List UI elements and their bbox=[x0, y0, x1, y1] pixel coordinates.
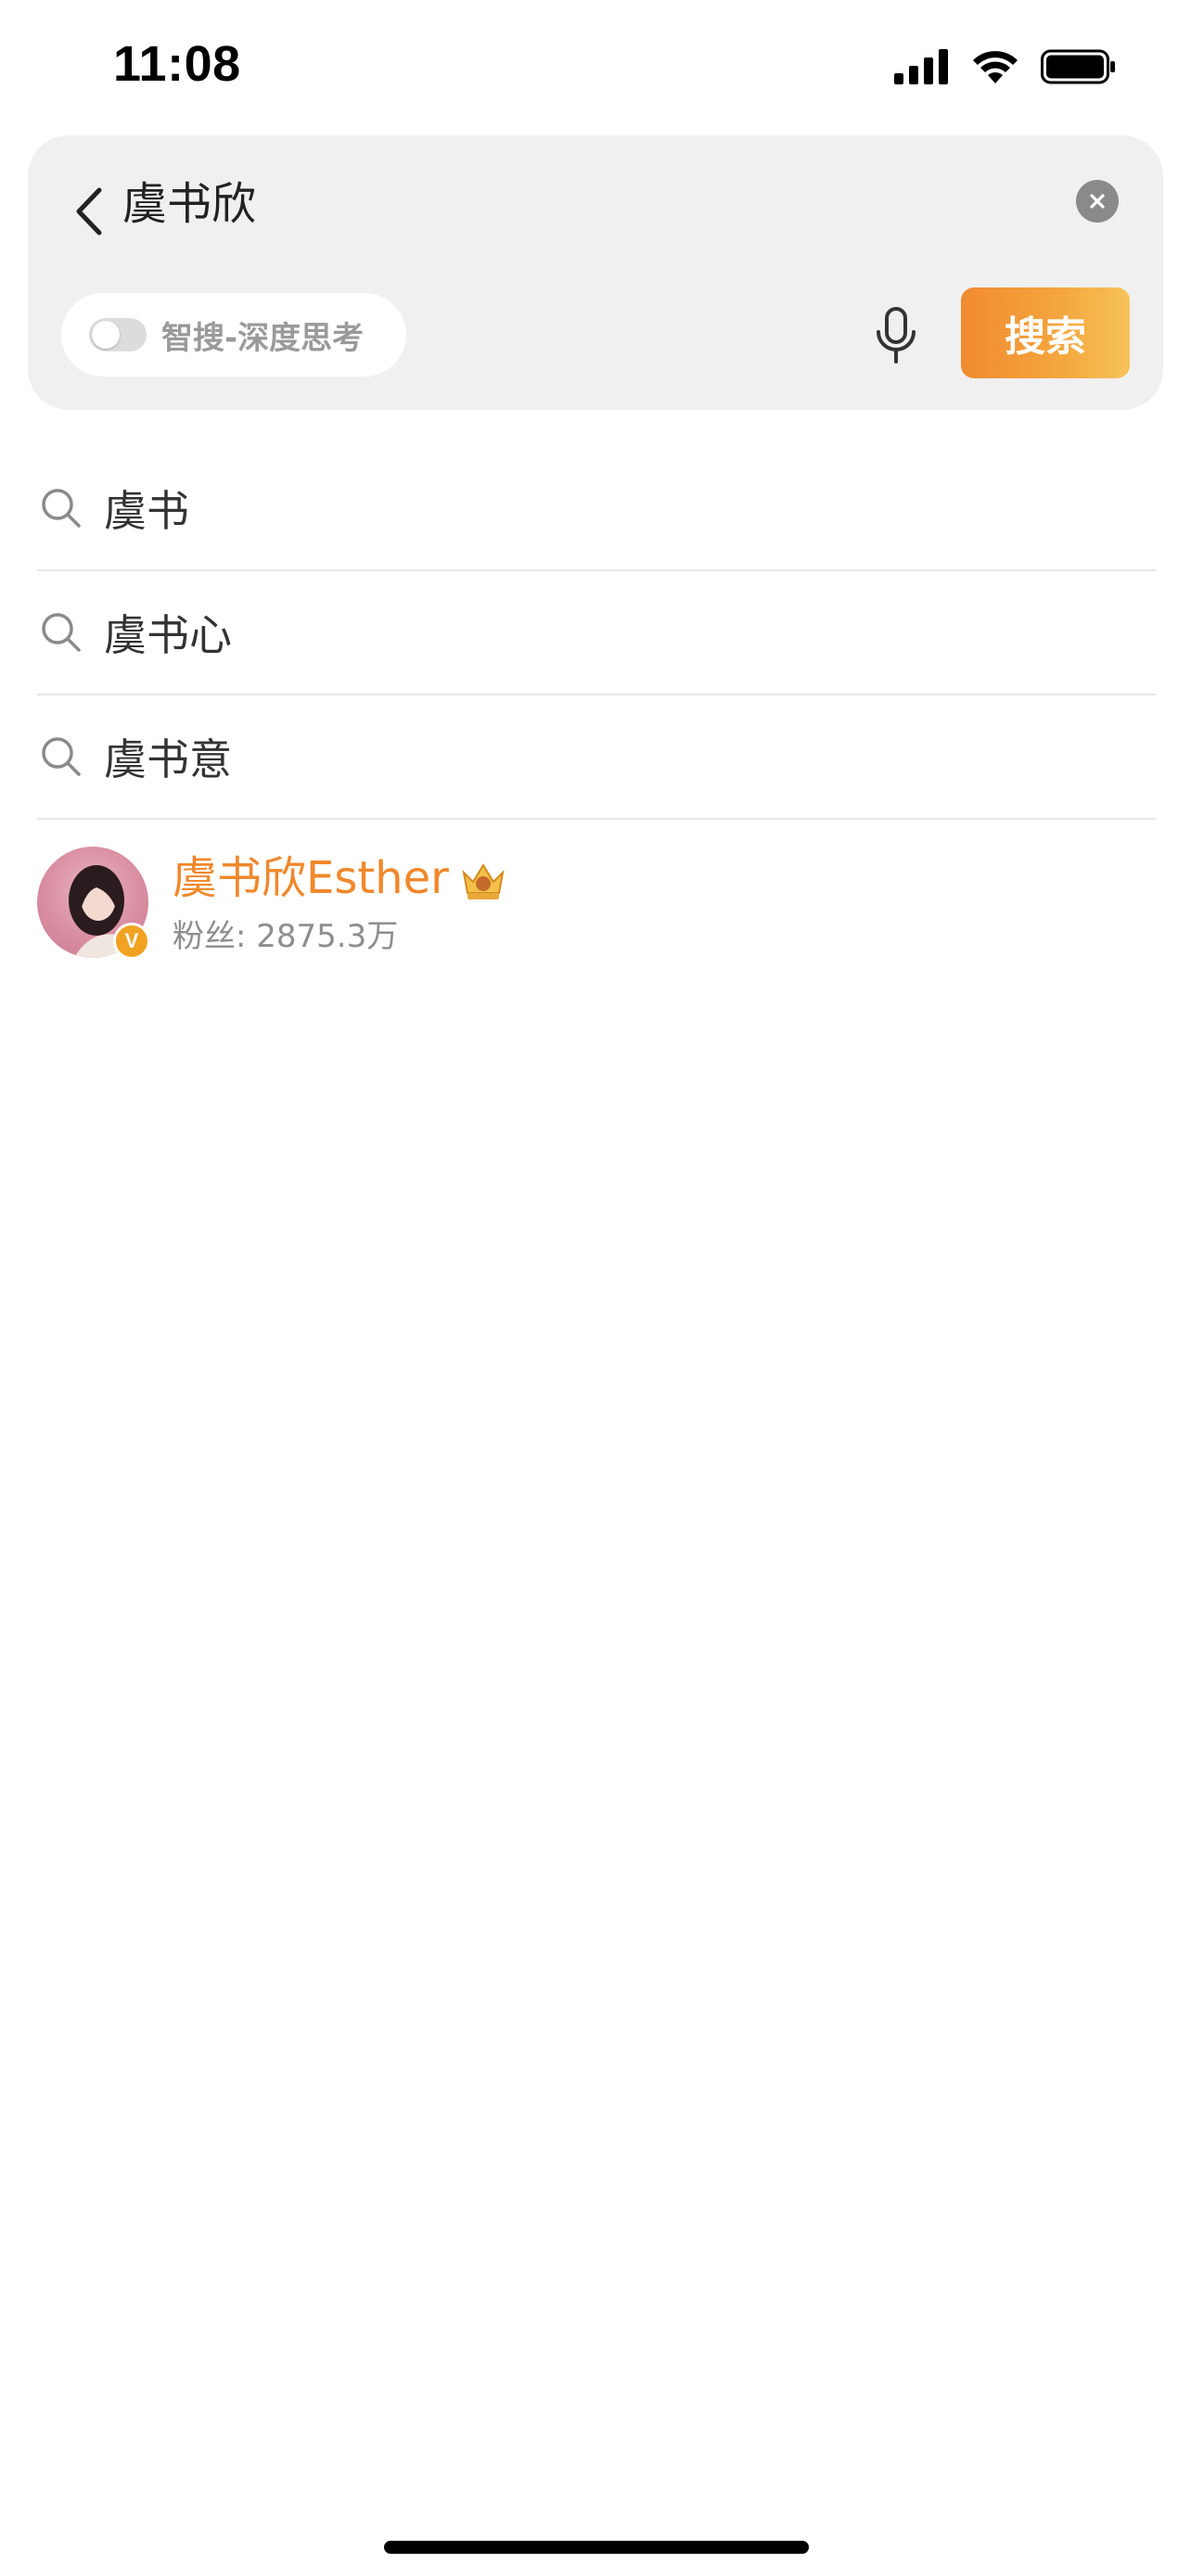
deep-thinking-toggle[interactable] bbox=[89, 318, 147, 351]
user-result[interactable]: V 虞书欣Esther 粉丝: 2875.3万 bbox=[37, 842, 1156, 963]
status-bar: 11:08 bbox=[0, 0, 1191, 130]
follower-count: 粉丝: 2875.3万 bbox=[173, 917, 399, 955]
search-icon bbox=[39, 486, 83, 530]
verified-badge: V bbox=[113, 923, 150, 960]
suggestion-label: 虞书 bbox=[104, 486, 189, 536]
cellular-signal-icon bbox=[894, 49, 948, 84]
toggle-knob bbox=[92, 321, 120, 349]
suggestion-item[interactable]: 虞书意 bbox=[37, 695, 1156, 820]
suggestion-item[interactable]: 虞书 bbox=[37, 447, 1156, 571]
search-button[interactable]: 搜索 bbox=[961, 287, 1130, 378]
user-name-row: 虞书欣Esther bbox=[173, 849, 510, 907]
close-icon bbox=[1090, 194, 1105, 209]
microphone-icon bbox=[877, 307, 916, 363]
clear-search-button[interactable] bbox=[1076, 180, 1119, 223]
search-input[interactable] bbox=[122, 169, 957, 239]
search-icon bbox=[39, 610, 83, 655]
avatar-wrap: V bbox=[37, 847, 150, 960]
crown-badge-icon bbox=[462, 862, 505, 899]
deep-thinking-toggle-pill: 智搜-深度思考 bbox=[61, 293, 406, 376]
home-indicator[interactable] bbox=[384, 2541, 809, 2554]
search-icon bbox=[39, 734, 83, 779]
search-panel: 智搜-深度思考 搜索 bbox=[28, 135, 1163, 410]
wifi-icon bbox=[973, 51, 1018, 83]
status-time: 11:08 bbox=[113, 36, 241, 92]
status-icons bbox=[894, 48, 1117, 85]
battery-icon bbox=[1041, 49, 1115, 84]
chevron-left-icon bbox=[76, 187, 102, 236]
user-info: 虞书欣Esther 粉丝: 2875.3万 bbox=[173, 849, 510, 956]
suggestion-list: 虞书 虞书心 虞书意 bbox=[37, 447, 1156, 820]
suggestion-label: 虞书意 bbox=[104, 734, 232, 784]
user-name: 虞书欣Esther bbox=[173, 851, 449, 904]
suggestion-label: 虞书心 bbox=[104, 610, 232, 660]
voice-search-button[interactable] bbox=[859, 299, 933, 373]
suggestion-item[interactable]: 虞书心 bbox=[37, 571, 1156, 695]
deep-thinking-label: 智搜-深度思考 bbox=[161, 319, 365, 357]
back-button[interactable] bbox=[59, 174, 119, 249]
